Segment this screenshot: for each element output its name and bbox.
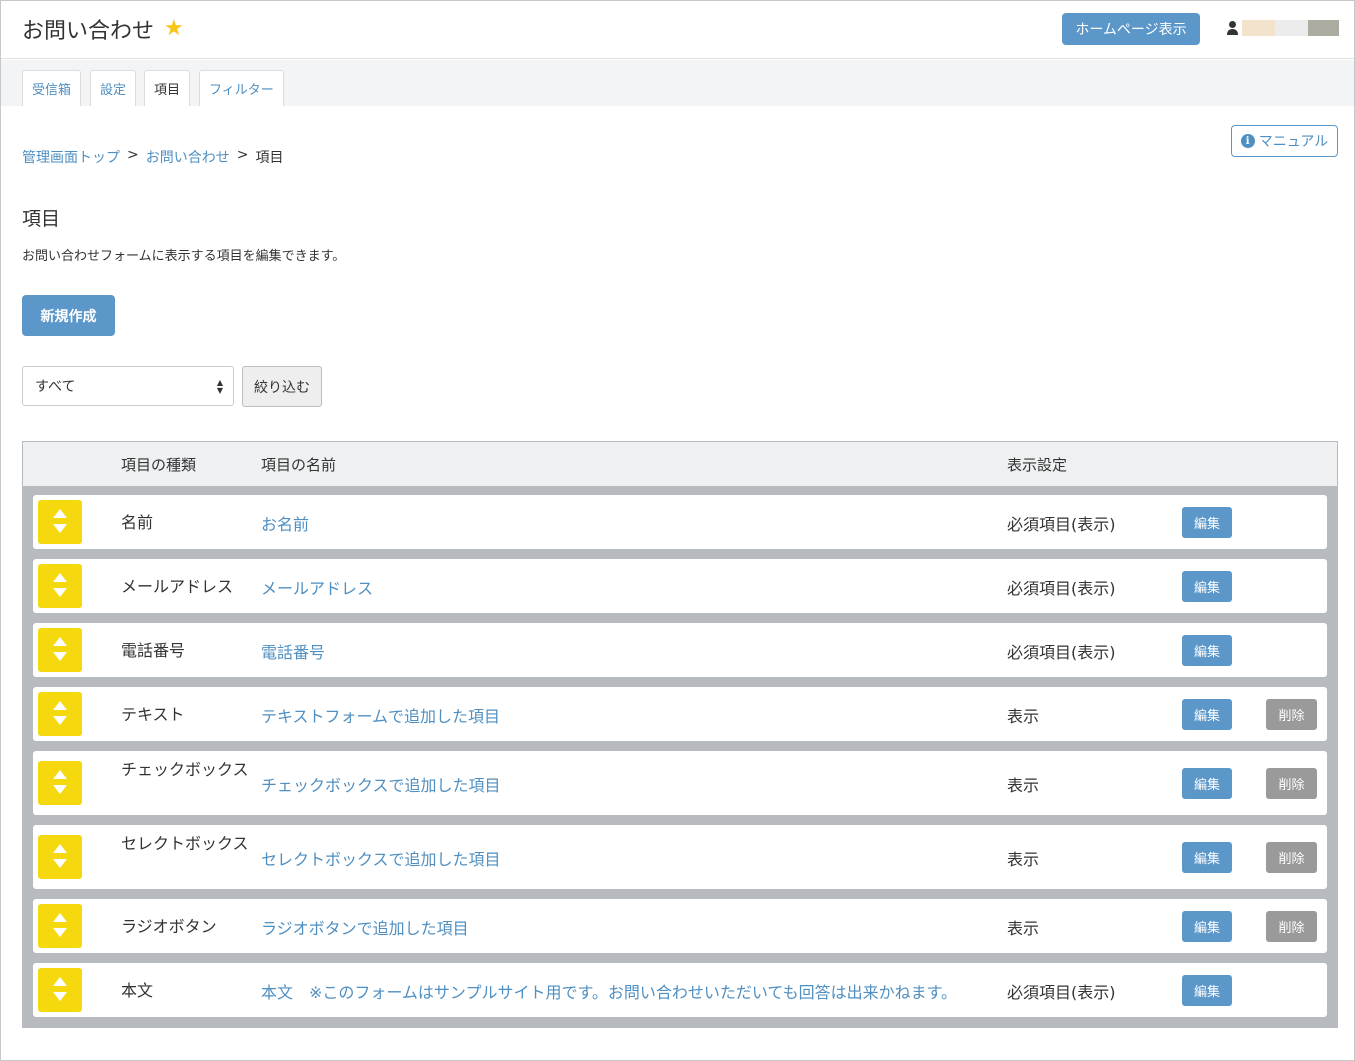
drag-handle-icon[interactable] [38,628,82,672]
item-display-setting: 表示 [1007,776,1040,795]
item-type: メールアドレス [121,576,234,596]
drag-handle-icon[interactable] [38,692,82,736]
tabs-bar: 受信箱 設定 項目 フィルター [1,60,1354,106]
edit-button[interactable]: 編集 [1182,910,1232,942]
item-name-link[interactable]: チェックボックスで追加した項目 [261,772,501,796]
user-name-redacted [1242,20,1339,36]
app-title-text: お問い合わせ [22,19,155,44]
tab-settings[interactable]: 設定 [90,70,137,106]
item-type: 電話番号 [121,640,186,660]
tab-items[interactable]: 項目 [144,70,191,106]
item-type: テキスト [121,704,185,724]
app-title: お問い合わせ ★ [22,13,184,45]
item-name-link[interactable]: お名前 [261,511,309,535]
items-table: 項目の種類 項目の名前 表示設定 名前 お名前 必須項目(表示) 編集 メールアドレスメ… [22,441,1338,1028]
item-display-setting: 必須項目(表示) [1007,643,1116,662]
breadcrumb-contact[interactable]: お問い合わせ [146,147,230,167]
edit-button[interactable]: 編集 [1182,974,1232,1006]
delete-button[interactable]: 削除 [1266,698,1317,730]
table-row: 名前 お名前 必須項目(表示) 編集 [33,495,1327,549]
filter-button[interactable]: 絞り込む [242,366,322,407]
drag-handle-icon[interactable] [38,904,82,948]
item-type: セレクトボックス [121,834,249,853]
breadcrumb-separator: > [236,147,249,163]
item-name-link[interactable]: セレクトボックスで追加した項目 [261,846,501,870]
page-description: お問い合わせフォームに表示する項目を編集できます。 [22,249,346,264]
new-item-button[interactable]: 新規作成 [22,295,115,336]
item-display-setting: 必須項目(表示) [1007,579,1116,598]
edit-button[interactable]: 編集 [1182,841,1232,873]
select-arrow-icon: ▲ ▼ [216,378,223,395]
user-menu[interactable] [1226,20,1339,36]
homepage-button[interactable]: ホームページ表示 [1062,13,1200,45]
delete-button[interactable]: 削除 [1266,910,1317,942]
filter-selected-value: すべて [35,379,76,395]
drag-handle-icon[interactable] [38,500,82,544]
edit-button[interactable]: 編集 [1182,506,1232,538]
manual-label: マニュアル [1258,134,1329,150]
item-name-link[interactable]: メールアドレス [261,575,373,599]
app-header: お問い合わせ ★ ホームページ表示 [1,1,1354,59]
table-row: メールアドレス メールアドレス 必須項目(表示) 編集 [33,559,1327,613]
item-name-link[interactable]: 本文 ※このフォームはサンプルサイト用です。お問い合わせいただいても回答は出来か… [261,979,957,1003]
edit-button[interactable]: 編集 [1182,570,1232,602]
drag-handle-icon[interactable] [38,968,82,1012]
page-title: 項目 [22,208,61,230]
table-row: ラジオボタン ラジオボタンで追加した項目 表示 編集 削除 [33,899,1327,953]
table-row: 本文 本文 ※このフォームはサンプルサイト用です。お問い合わせいただいても回答は出… [33,963,1327,1017]
header-item-name: 項目の名前 [261,456,337,474]
item-display-setting: 必須項目(表示) [1007,515,1116,534]
filter-select[interactable]: すべて ▲ ▼ [22,366,234,406]
table-row: 電話番号 電話番号 必須項目(表示) 編集 [33,623,1327,677]
table-header: 項目の種類 項目の名前 表示設定 [23,442,1337,486]
info-icon: i [1240,134,1255,148]
drag-handle-icon[interactable] [38,761,82,805]
tab-filter[interactable]: フィルター [199,70,284,106]
item-display-setting: 表示 [1007,850,1040,869]
breadcrumb-separator: > [127,147,139,163]
breadcrumb: 管理画面トップ > お問い合わせ > 項目 [22,147,283,167]
delete-button[interactable]: 削除 [1266,841,1317,873]
edit-button[interactable]: 編集 [1182,634,1232,666]
star-icon[interactable]: ★ [164,18,184,40]
item-name-link[interactable]: 電話番号 [261,639,325,663]
edit-button[interactable]: 編集 [1182,698,1232,730]
breadcrumb-current: 項目 [255,150,284,166]
table-row: チェックボックス チェックボックスで追加した項目 表示 編集 削除 [33,751,1327,815]
tab-inbox[interactable]: 受信箱 [22,70,82,106]
drag-handle-icon[interactable] [38,835,82,879]
item-display-setting: 表示 [1007,707,1040,726]
delete-button[interactable]: 削除 [1266,767,1317,799]
item-name-link[interactable]: ラジオボタンで追加した項目 [261,915,469,939]
header-item-type: 項目の種類 [121,456,197,474]
item-display-setting: 必須項目(表示) [1007,983,1116,1002]
breadcrumb-admin-top[interactable]: 管理画面トップ [22,147,120,167]
item-type: 本文 [121,980,154,1000]
item-name-link[interactable]: テキストフォームで追加した項目 [261,703,500,727]
manual-button[interactable]: i マニュアル [1231,125,1338,157]
table-row: セレクトボックス セレクトボックスで追加した項目 表示 編集 削除 [33,825,1327,889]
user-icon [1226,20,1240,36]
item-type: チェックボックス [121,760,249,779]
drag-handle-icon[interactable] [38,564,82,608]
item-type: ラジオボタン [121,916,217,936]
edit-button[interactable]: 編集 [1182,767,1232,799]
table-row: テキスト テキストフォームで追加した項目 表示 編集 削除 [33,687,1327,741]
header-display-setting: 表示設定 [1007,456,1068,474]
item-type: 名前 [121,512,154,532]
item-display-setting: 表示 [1007,919,1040,938]
